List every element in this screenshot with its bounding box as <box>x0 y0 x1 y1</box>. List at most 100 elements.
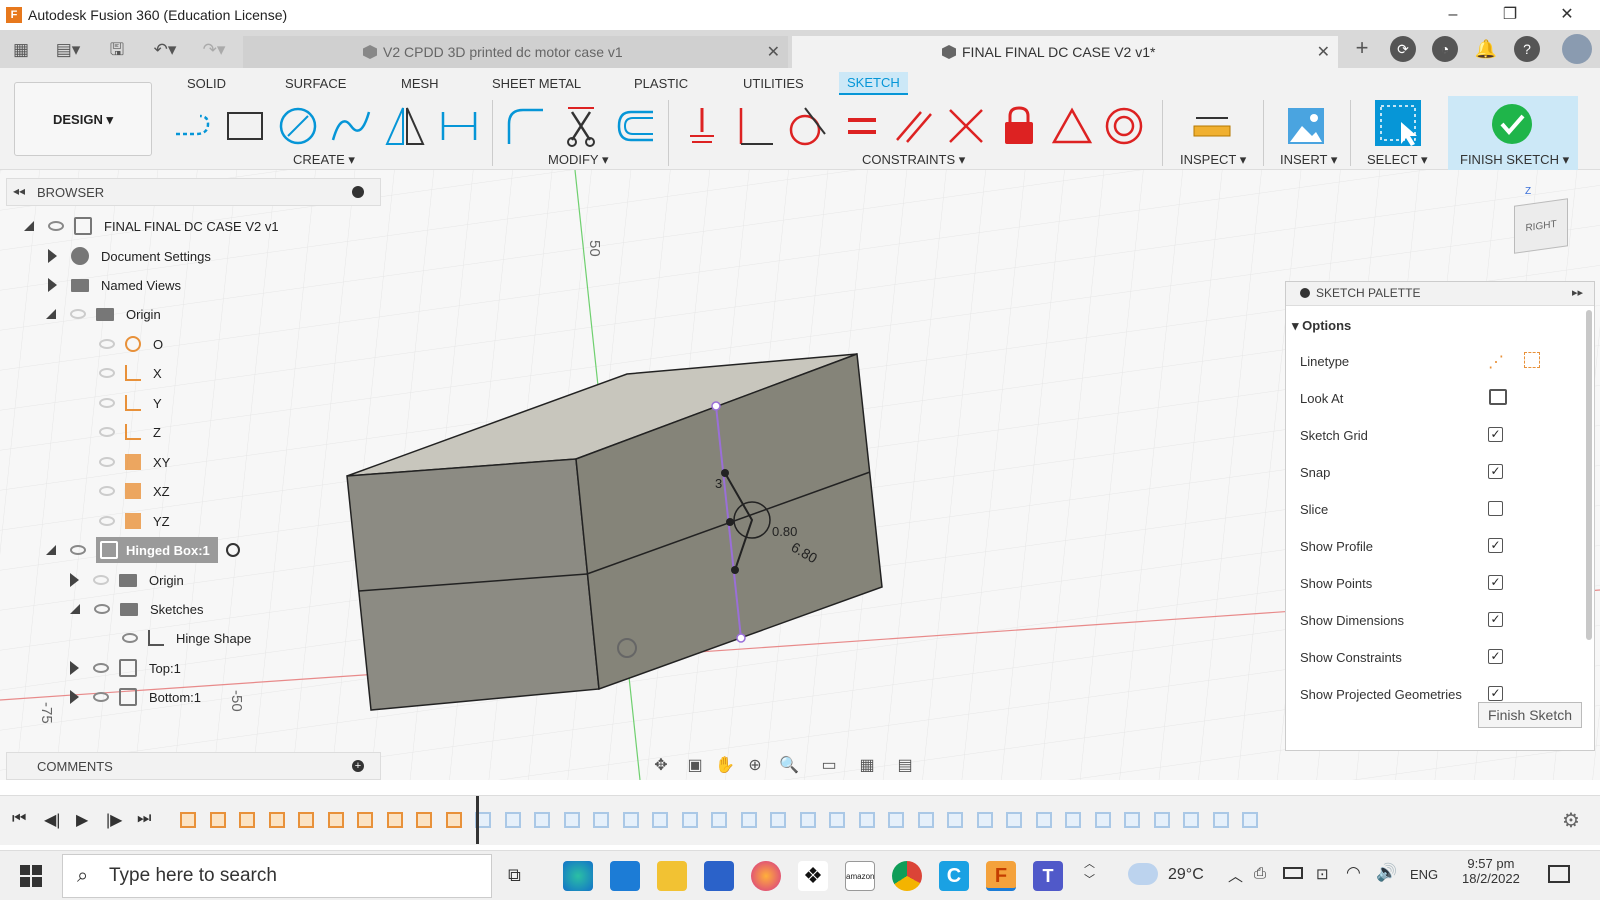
timeline-feature-icon[interactable] <box>770 812 786 828</box>
visibility-eye-icon[interactable] <box>122 633 138 643</box>
notifications-bell-icon[interactable]: 🔔 <box>1473 36 1499 62</box>
browser-panel-header[interactable]: ◂◂ BROWSER <box>6 178 381 206</box>
palette-scrollbar[interactable] <box>1586 310 1592 640</box>
task-view-icon[interactable]: ⧉ <box>508 865 521 886</box>
collapse-browser-icon[interactable]: ◂◂ <box>13 184 25 198</box>
palette-collapse-icon[interactable]: ▸▸ <box>1572 286 1583 299</box>
expand-icon[interactable] <box>48 249 57 263</box>
timeline-feature-icon[interactable] <box>888 812 904 828</box>
timeline-feature-icon[interactable] <box>1035 812 1052 828</box>
option-checkbox[interactable] <box>1488 501 1503 516</box>
fit-icon[interactable]: 🔍 <box>778 755 800 775</box>
browser-pin-icon[interactable] <box>352 186 364 198</box>
tab-surface[interactable]: SURFACE <box>285 76 346 91</box>
coincident-constraint-icon[interactable] <box>680 104 724 148</box>
timeline-feature-icon[interactable] <box>504 812 521 828</box>
timeline-feature-icon[interactable] <box>652 812 668 828</box>
visibility-eye-icon[interactable] <box>99 427 115 437</box>
tree-plane-xz[interactable]: XZ <box>99 477 170 505</box>
data-panel-grid-icon[interactable]: ▦ <box>10 38 32 62</box>
timeline-feature-icon[interactable] <box>593 812 609 828</box>
tab-mesh[interactable]: MESH <box>401 76 439 91</box>
centerline-linetype-icon[interactable] <box>1524 352 1540 368</box>
expand-icon[interactable] <box>70 661 79 675</box>
inspect-menu[interactable]: INSPECT ▾ <box>1180 152 1246 168</box>
perpendicular-constraint-icon[interactable] <box>733 104 777 148</box>
tree-top-body[interactable]: Top:1 <box>70 654 181 682</box>
expand-icon[interactable] <box>48 278 57 292</box>
mirror-icon[interactable] <box>383 104 427 148</box>
fusion-taskbar-icon[interactable]: F <box>986 861 1016 891</box>
visibility-eye-icon[interactable] <box>99 516 115 526</box>
visibility-eye-icon[interactable] <box>94 604 110 614</box>
tree-sketches[interactable]: Sketches <box>70 595 203 623</box>
add-comment-icon[interactable]: + <box>352 760 364 772</box>
timeline-settings-gear-icon[interactable]: ⚙ <box>1562 808 1580 833</box>
close-tab-icon[interactable]: ✕ <box>767 42 780 62</box>
look-at-icon[interactable] <box>1489 389 1507 405</box>
amazon-icon[interactable]: amazon <box>845 861 875 891</box>
insert-image-icon[interactable] <box>1284 104 1328 148</box>
file-explorer-icon[interactable] <box>657 861 687 891</box>
visibility-eye-icon[interactable] <box>99 368 115 378</box>
modify-menu[interactable]: MODIFY ▾ <box>548 152 608 168</box>
option-checkbox[interactable]: ✓ <box>1488 575 1503 590</box>
timeline-feature-icon[interactable] <box>268 812 285 828</box>
wifi-icon[interactable]: ◠ <box>1346 863 1361 883</box>
timeline-feature-icon[interactable] <box>1065 812 1081 828</box>
visibility-eye-icon[interactable] <box>99 398 115 408</box>
tab-solid[interactable]: SOLID <box>187 76 226 91</box>
activate-radio-icon[interactable] <box>225 543 240 557</box>
tray-device-icon[interactable]: ⎙ <box>1254 865 1266 882</box>
grid-settings-icon[interactable]: ▦ <box>856 755 878 775</box>
tangent-constraint-icon[interactable] <box>785 104 829 148</box>
visibility-eye-icon[interactable] <box>99 486 115 496</box>
option-checkbox[interactable]: ✓ <box>1488 427 1503 442</box>
firefox-icon[interactable] <box>751 861 781 891</box>
show-hidden-icons[interactable]: ︿ ﹀ <box>1084 855 1095 887</box>
constraints-menu[interactable]: CONSTRAINTS ▾ <box>862 152 965 168</box>
tree-document-settings[interactable]: Document Settings <box>48 242 211 270</box>
minimize-button[interactable]: – <box>1430 0 1476 30</box>
trim-scissors-icon[interactable] <box>560 104 604 148</box>
microsoft-store-icon[interactable] <box>704 861 734 891</box>
clock[interactable]: 9:57 pm 18/2/2022 <box>1462 856 1520 886</box>
visibility-eye-icon[interactable] <box>48 221 64 231</box>
timeline-feature-icon[interactable] <box>1212 812 1229 828</box>
select-cursor-icon[interactable] <box>1373 98 1423 148</box>
options-section[interactable]: ▾ Options <box>1292 318 1351 334</box>
timeline-feature-icon[interactable] <box>1242 812 1258 828</box>
visibility-eye-icon[interactable] <box>93 575 109 585</box>
tree-hinged-box[interactable]: Hinged Box:1 <box>46 536 240 564</box>
maximize-button[interactable]: ❐ <box>1487 0 1533 30</box>
option-checkbox[interactable]: ✓ <box>1488 464 1503 479</box>
construction-linetype-icon[interactable]: ⋰ <box>1488 352 1504 372</box>
play-icon[interactable]: ▶ <box>76 810 88 830</box>
timeline-feature-icon[interactable] <box>209 812 226 828</box>
timeline-feature-icon[interactable] <box>1183 812 1199 828</box>
volume-speaker-icon[interactable]: 🔊 <box>1376 863 1397 883</box>
measure-ruler-icon[interactable] <box>1190 104 1234 148</box>
tree-origin[interactable]: Origin <box>46 300 161 328</box>
workspace-switcher-button[interactable]: DESIGN ▾ <box>14 82 152 156</box>
help-icon[interactable]: ? <box>1514 36 1540 62</box>
display-settings-icon[interactable]: ▭ <box>818 755 840 775</box>
chrome-icon[interactable] <box>892 861 922 891</box>
timeline-feature-icon[interactable] <box>445 812 462 828</box>
fix-lock-icon[interactable] <box>997 104 1041 148</box>
timeline-feature-icon[interactable] <box>711 812 727 828</box>
option-checkbox[interactable]: ✓ <box>1488 686 1503 701</box>
timeline-feature-icon[interactable] <box>1124 812 1140 828</box>
select-menu[interactable]: SELECT ▾ <box>1367 152 1427 168</box>
timeline-feature-icon[interactable] <box>976 812 993 828</box>
vpn-icon[interactable]: ⊡ <box>1316 865 1329 883</box>
timeline-feature-icon[interactable] <box>1153 812 1170 828</box>
symmetry-triangle-icon[interactable] <box>1050 104 1094 148</box>
timeline-feature-icon[interactable] <box>180 812 196 828</box>
timeline-feature-icon[interactable] <box>327 812 344 828</box>
viewports-icon[interactable]: ▤ <box>894 755 916 775</box>
extensions-icon[interactable]: ⟳ <box>1390 36 1416 62</box>
timeline-feature-icon[interactable] <box>740 812 757 828</box>
tree-axis-x[interactable]: X <box>99 359 162 387</box>
go-to-start-icon[interactable]: ⏮ <box>12 810 26 828</box>
